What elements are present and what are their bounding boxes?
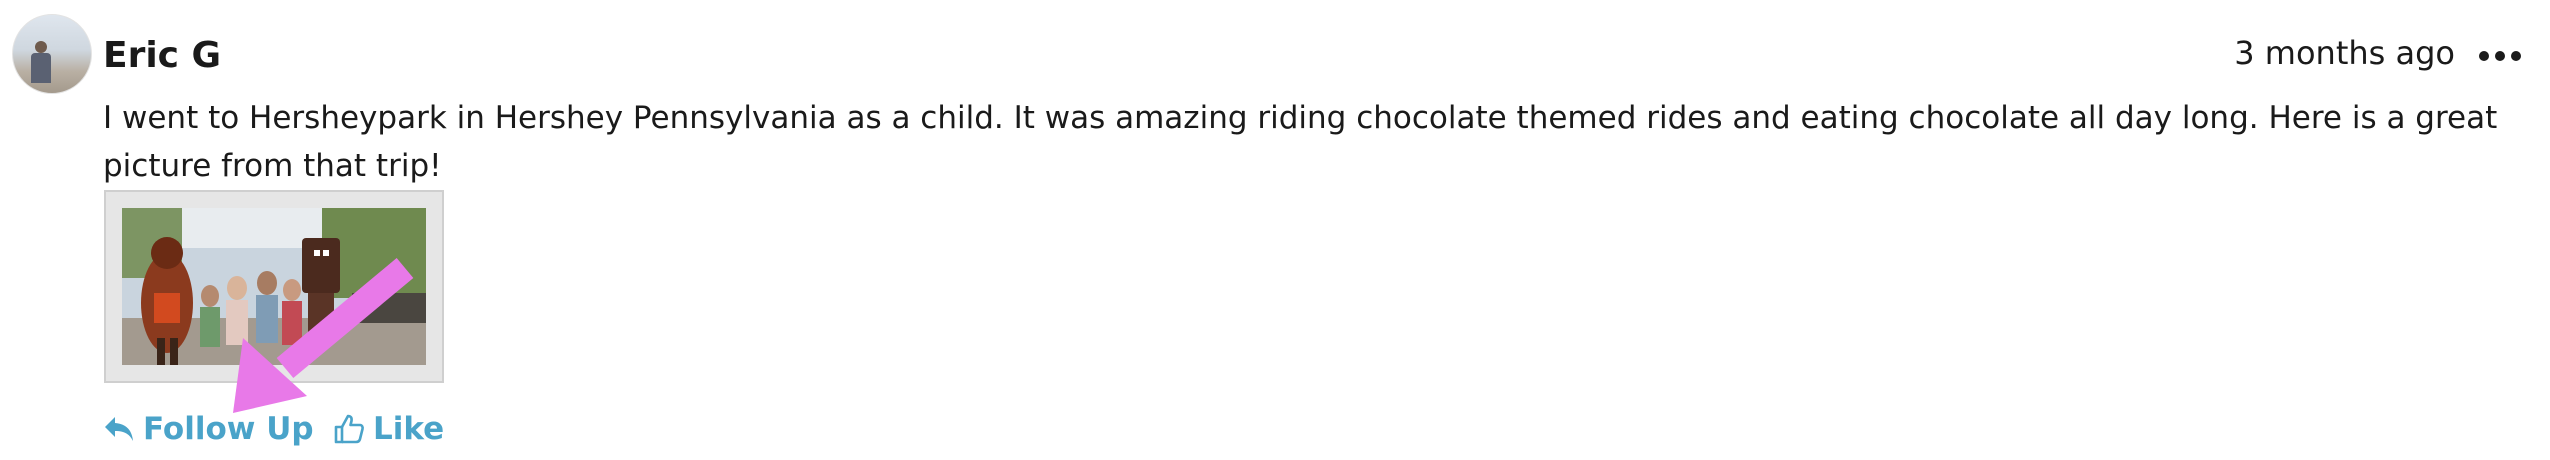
attachment-photo [122,208,426,365]
author-name[interactable]: Eric G [103,32,221,80]
avatar-figure-body [31,53,51,83]
more-horizontal-icon [2479,51,2521,61]
thumbs-up-icon [334,414,364,444]
post-timestamp: 3 months ago [2234,34,2455,72]
more-options-button[interactable] [2470,36,2530,76]
like-label: Like [373,411,445,447]
reply-icon [105,417,133,441]
post-body: I went to Hersheypark in Hershey Pennsyl… [103,100,2498,184]
attachment-thumbnail[interactable] [104,190,444,383]
follow-up-label: Follow Up [143,411,314,447]
avatar[interactable] [12,14,92,94]
avatar-figure-head [35,41,47,53]
like-button[interactable]: Like [333,405,444,453]
follow-up-button[interactable]: Follow Up [103,405,314,453]
